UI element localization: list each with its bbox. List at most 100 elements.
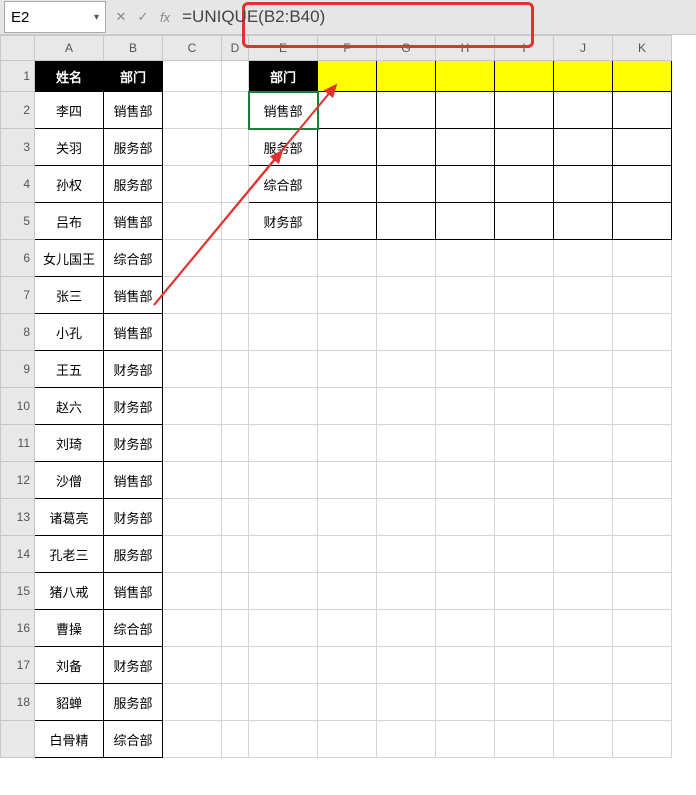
cell[interactable] <box>318 203 377 240</box>
cell[interactable] <box>318 647 377 684</box>
cell[interactable] <box>318 277 377 314</box>
row-header[interactable]: 16 <box>1 610 35 647</box>
cell[interactable] <box>377 499 436 536</box>
cell[interactable] <box>163 314 222 351</box>
cell[interactable] <box>222 277 249 314</box>
fx-icon[interactable]: fx <box>160 10 170 25</box>
cell[interactable] <box>163 388 222 425</box>
cell[interactable] <box>554 351 613 388</box>
cell[interactable]: 孙权 <box>35 166 104 203</box>
cell[interactable]: 女儿国王 <box>35 240 104 277</box>
name-box-dropdown-icon[interactable]: ▾ <box>94 12 99 23</box>
cell[interactable] <box>222 684 249 721</box>
cell[interactable] <box>554 721 613 758</box>
cell[interactable]: 服务部 <box>104 129 163 166</box>
cell[interactable] <box>377 721 436 758</box>
col-header[interactable]: J <box>554 36 613 61</box>
col-header[interactable]: K <box>613 36 672 61</box>
cell[interactable] <box>613 388 672 425</box>
cell[interactable] <box>495 499 554 536</box>
cell[interactable] <box>163 61 222 92</box>
cell[interactable] <box>318 573 377 610</box>
cell[interactable] <box>249 388 318 425</box>
cell[interactable] <box>222 536 249 573</box>
cell[interactable]: 销售部 <box>104 314 163 351</box>
table-header-cell[interactable]: 部门 <box>249 61 318 92</box>
cell[interactable]: 服务部 <box>249 129 318 166</box>
cell[interactable] <box>554 573 613 610</box>
cell[interactable] <box>436 499 495 536</box>
cell[interactable]: 财务部 <box>104 499 163 536</box>
cell[interactable]: 财务部 <box>249 203 318 240</box>
cell[interactable]: 小孔 <box>35 314 104 351</box>
cell[interactable] <box>436 351 495 388</box>
cell[interactable] <box>318 61 377 92</box>
cell[interactable] <box>377 684 436 721</box>
row-header[interactable]: 9 <box>1 351 35 388</box>
cell[interactable] <box>163 277 222 314</box>
cell[interactable] <box>613 240 672 277</box>
cell[interactable] <box>613 573 672 610</box>
cell[interactable] <box>318 388 377 425</box>
cell[interactable] <box>436 166 495 203</box>
cell[interactable]: 曹操 <box>35 610 104 647</box>
cell[interactable]: 销售部 <box>104 573 163 610</box>
cell[interactable] <box>436 388 495 425</box>
cell[interactable] <box>495 203 554 240</box>
formula-input[interactable]: =UNIQUE(B2:B40) <box>176 7 325 27</box>
cell[interactable] <box>222 314 249 351</box>
cell[interactable] <box>377 573 436 610</box>
cell[interactable] <box>613 610 672 647</box>
cell[interactable] <box>436 721 495 758</box>
cell[interactable]: 销售部 <box>104 203 163 240</box>
row-header[interactable]: 1 <box>1 61 35 92</box>
cell[interactable] <box>613 314 672 351</box>
cell[interactable] <box>377 277 436 314</box>
cell[interactable] <box>377 536 436 573</box>
cell[interactable] <box>222 499 249 536</box>
cell[interactable] <box>613 499 672 536</box>
cell[interactable] <box>249 499 318 536</box>
cell[interactable]: 诸葛亮 <box>35 499 104 536</box>
cell[interactable] <box>377 610 436 647</box>
cell[interactable] <box>163 203 222 240</box>
cell[interactable] <box>249 425 318 462</box>
cell[interactable]: 猪八戒 <box>35 573 104 610</box>
cell[interactable]: 综合部 <box>249 166 318 203</box>
cell[interactable] <box>318 499 377 536</box>
cell[interactable] <box>318 684 377 721</box>
cell[interactable] <box>436 61 495 92</box>
spreadsheet-grid[interactable]: A B C D E F G H I J K 1 姓名 部门 部门 2 李四销售部… <box>0 35 672 758</box>
cell[interactable]: 吕布 <box>35 203 104 240</box>
selected-cell[interactable]: 销售部 <box>249 92 318 129</box>
cell[interactable] <box>613 684 672 721</box>
cell[interactable] <box>318 610 377 647</box>
cell[interactable] <box>554 388 613 425</box>
cell[interactable] <box>436 129 495 166</box>
cell[interactable] <box>163 462 222 499</box>
cell[interactable] <box>163 536 222 573</box>
cell[interactable] <box>613 462 672 499</box>
cell[interactable]: 赵六 <box>35 388 104 425</box>
cell[interactable] <box>318 92 377 129</box>
cell[interactable] <box>377 129 436 166</box>
row-header[interactable]: 3 <box>1 129 35 166</box>
row-header[interactable]: 6 <box>1 240 35 277</box>
cell[interactable] <box>554 166 613 203</box>
cell[interactable] <box>554 425 613 462</box>
cell[interactable] <box>495 610 554 647</box>
cell[interactable]: 财务部 <box>104 425 163 462</box>
name-box[interactable]: E2 ▾ <box>4 1 106 33</box>
cell[interactable] <box>163 240 222 277</box>
cell[interactable] <box>222 61 249 92</box>
col-header[interactable]: A <box>35 36 104 61</box>
cell[interactable] <box>163 610 222 647</box>
cell[interactable]: 综合部 <box>104 721 163 758</box>
cell[interactable] <box>613 203 672 240</box>
cell[interactable] <box>495 277 554 314</box>
cell[interactable] <box>222 388 249 425</box>
cell[interactable] <box>613 647 672 684</box>
cell[interactable] <box>222 721 249 758</box>
cell[interactable] <box>495 684 554 721</box>
cell[interactable] <box>163 129 222 166</box>
